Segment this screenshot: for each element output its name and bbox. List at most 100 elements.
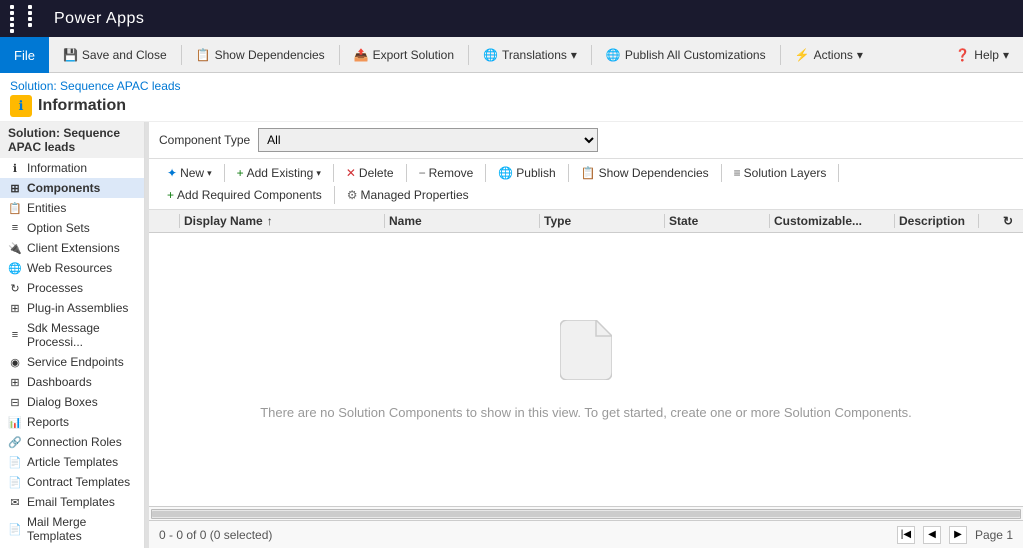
component-type-label: Component Type [159,133,250,147]
show-deps-icon: 📋 [581,166,596,180]
col-sep [664,214,665,228]
sidebar-item-icon: 📊 [8,415,22,429]
sidebar-item-mail-merge-templates[interactable]: 📄 Mail Merge Templates [0,512,144,546]
sidebar-item-label: Mail Merge Templates [27,515,136,543]
solution-layers-button[interactable]: ≡ Solution Layers [726,163,835,183]
sidebar-item-icon: 📋 [8,201,22,215]
sidebar-item-sdk-message-processi[interactable]: ≡ Sdk Message Processi... [0,318,144,352]
file-button[interactable]: File [0,37,49,73]
help-button[interactable]: ❓ Help ▾ [947,44,1017,66]
sidebar-item-icon: 📄 [8,455,22,469]
h-scroll-bar[interactable] [149,506,1023,520]
sidebar-item-icon: 🌐 [8,261,22,275]
separator [333,164,334,182]
publish-icon: 🌐 [498,166,513,180]
publish-button[interactable]: 🌐 Publish [490,163,563,183]
sidebar-item-icon: ⊟ [8,395,22,409]
next-page-button[interactable]: ▶ [949,526,967,544]
sidebar-item-icon: ◉ [8,355,22,369]
right-panel: Component Type All Entities Option Sets … [149,122,1023,548]
col-customizable[interactable]: Customizable... [774,214,894,228]
record-info: 0 - 0 of 0 (0 selected) [159,528,272,542]
translations-button[interactable]: 🌐 Translations ▾ [475,44,585,66]
sidebar-item-processes[interactable]: ↻ Processes [0,278,144,298]
remove-button[interactable]: − Remove [411,163,482,183]
col-sep [769,214,770,228]
add-existing-icon: + [237,166,244,180]
sidebar-item-web-resources[interactable]: 🌐 Web Resources [0,258,144,278]
sidebar-item-icon: ⊞ [8,301,22,315]
sidebar-item-email-templates[interactable]: ✉ Email Templates [0,492,144,512]
app-grid-icon[interactable] [10,5,44,33]
save-icon: 💾 [63,48,78,62]
separator [838,164,839,182]
show-deps-button[interactable]: 📋 Show Dependencies [573,163,717,183]
publish-all-button[interactable]: 🌐 Publish All Customizations [598,44,774,66]
breadcrumb-bar: Solution: Sequence APAC leads ℹ Informat… [0,73,1023,122]
sidebar-item-plug-in-assemblies[interactable]: ⊞ Plug-in Assemblies [0,298,144,318]
sidebar-item-option-sets[interactable]: ≡ Option Sets [0,218,144,238]
separator [181,45,182,65]
new-button[interactable]: ✦ New ▾ [159,163,220,183]
col-sep [539,214,540,228]
sidebar-item-label: Reports [27,415,69,429]
sidebar-item-label: Article Templates [27,455,118,469]
separator [224,164,225,182]
separator [406,164,407,182]
sidebar-item-components[interactable]: ⊞ Components [0,178,144,198]
add-required-button[interactable]: + Add Required Components [159,185,330,205]
delete-button[interactable]: ✕ Delete [338,163,402,183]
separator [485,164,486,182]
sidebar-item-label: Dashboards [27,375,92,389]
sidebar-item-label: Option Sets [27,221,90,235]
sidebar-item-icon: 🔌 [8,241,22,255]
show-dependencies-button[interactable]: 📋 Show Dependencies [188,44,333,66]
actions-button[interactable]: ⚡ Actions ▾ [787,44,871,66]
export-solution-button[interactable]: 📤 Export Solution [346,44,462,66]
sidebar-item-article-templates[interactable]: 📄 Article Templates [0,452,144,472]
empty-state: There are no Solution Components to show… [149,233,1023,506]
sidebar-item-reports[interactable]: 📊 Reports [0,412,144,432]
col-display-name[interactable]: Display Name ↑ [184,214,384,228]
sidebar-item-dashboards[interactable]: ⊞ Dashboards [0,372,144,392]
sidebar-item-icon: ⊞ [8,181,22,195]
first-page-button[interactable]: |◀ [897,526,915,544]
col-state[interactable]: State [669,214,769,228]
managed-properties-button[interactable]: ⚙ Managed Properties [339,185,477,205]
sidebar-item-label: Components [27,181,100,195]
sidebar: Solution: Sequence APAC leads ℹ Informat… [0,122,145,548]
sidebar-item-connection-roles[interactable]: 🔗 Connection Roles [0,432,144,452]
sidebar-item-information[interactable]: ℹ Information [0,158,144,178]
sidebar-item-label: Information [27,161,87,175]
sidebar-item-dialog-boxes[interactable]: ⊟ Dialog Boxes [0,392,144,412]
sidebar-item-contract-templates[interactable]: 📄 Contract Templates [0,472,144,492]
component-type-select[interactable]: All Entities Option Sets Web Resources P… [258,128,598,152]
sidebar-item-label: Plug-in Assemblies [27,301,128,315]
breadcrumb-solution[interactable]: Solution: Sequence APAC leads [10,79,181,93]
sidebar-item-label: Sdk Message Processi... [27,321,136,349]
breadcrumb-icon: ℹ [10,95,32,117]
sidebar-item-icon: ℹ [8,161,22,175]
sidebar-item-client-extensions[interactable]: 🔌 Client Extensions [0,238,144,258]
col-name[interactable]: Name [389,214,539,228]
separator [339,45,340,65]
actions-icon: ⚡ [795,48,810,62]
sidebar-item-service-endpoints[interactable]: ◉ Service Endpoints [0,352,144,372]
sidebar-item-entities[interactable]: 📋 Entities [0,198,144,218]
sidebar-item-icon: ≡ [8,328,22,342]
refresh-button[interactable]: ↻ [983,214,1013,228]
separator [780,45,781,65]
new-icon: ✦ [167,166,177,180]
add-existing-button[interactable]: + Add Existing ▾ [229,163,329,183]
col-description[interactable]: Description [899,214,978,228]
separator [468,45,469,65]
add-required-icon: + [167,188,174,202]
prev-page-button[interactable]: ◀ [923,526,941,544]
col-sep [384,214,385,228]
col-sep [179,214,180,228]
col-type[interactable]: Type [544,214,664,228]
save-and-close-button[interactable]: 💾 Save and Close [55,44,175,66]
sidebar-item-label: Processes [27,281,83,295]
publish-icon: 🌐 [606,48,621,62]
sidebar-item-icon: 📄 [8,475,22,489]
